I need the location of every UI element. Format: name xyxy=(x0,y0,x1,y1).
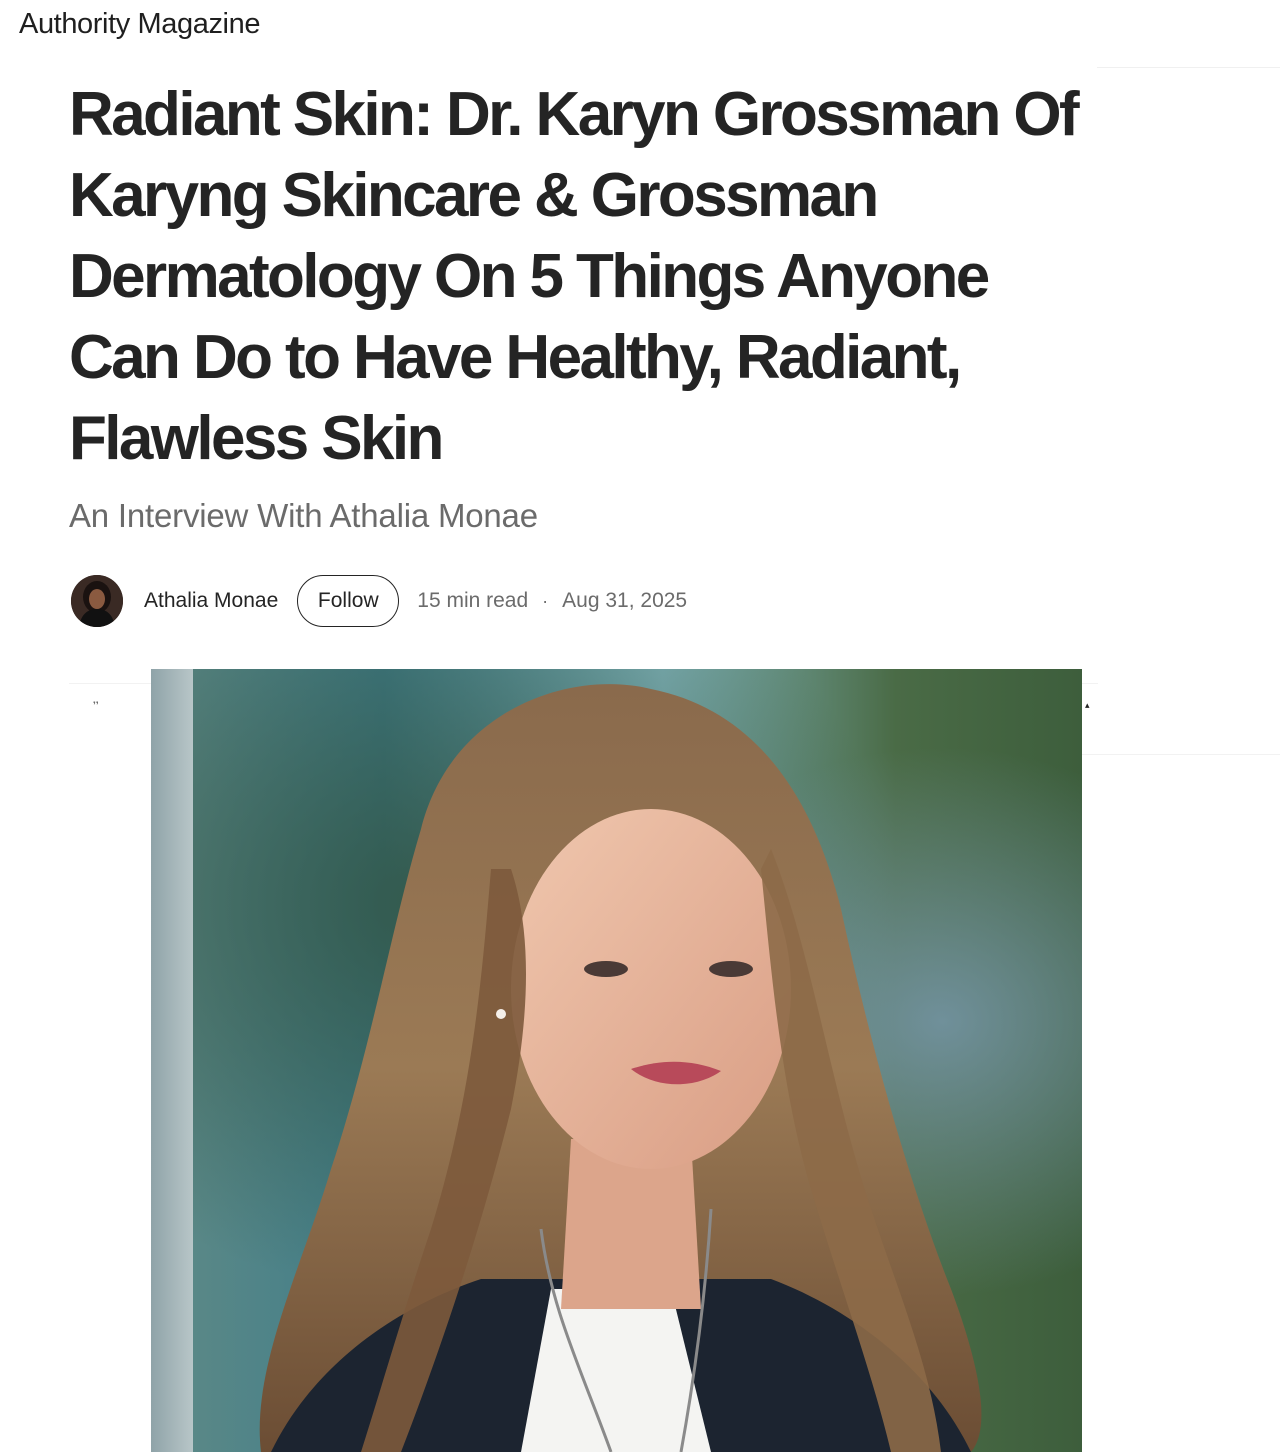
publication-name[interactable]: Authority Magazine xyxy=(19,6,260,42)
article-subtitle: An Interview With Athalia Monae xyxy=(69,497,538,534)
read-time: 15 min read xyxy=(417,589,529,612)
article-title: Radiant Skin: Dr. Karyn Grossman Of Kary… xyxy=(69,80,1080,473)
follow-button[interactable]: Follow xyxy=(297,575,400,627)
hero-image xyxy=(151,669,1082,1452)
actions-divider-bottom xyxy=(1082,754,1280,755)
header-divider xyxy=(1097,67,1280,68)
article-meta: 15 min read · Aug 31, 2025 xyxy=(417,589,687,613)
byline: Athalia Monae Follow 15 min read · Aug 3… xyxy=(71,574,687,628)
author-name[interactable]: Athalia Monae xyxy=(144,589,278,613)
share-icon[interactable]: ▴ xyxy=(1085,700,1090,711)
avatar-image xyxy=(71,575,123,627)
publish-date: Aug 31, 2025 xyxy=(562,589,688,612)
meta-separator: · xyxy=(542,590,549,611)
hero-photo xyxy=(151,669,1082,1452)
author-avatar[interactable] xyxy=(71,575,123,627)
clap-icon[interactable]: ❜❜ xyxy=(93,700,99,711)
